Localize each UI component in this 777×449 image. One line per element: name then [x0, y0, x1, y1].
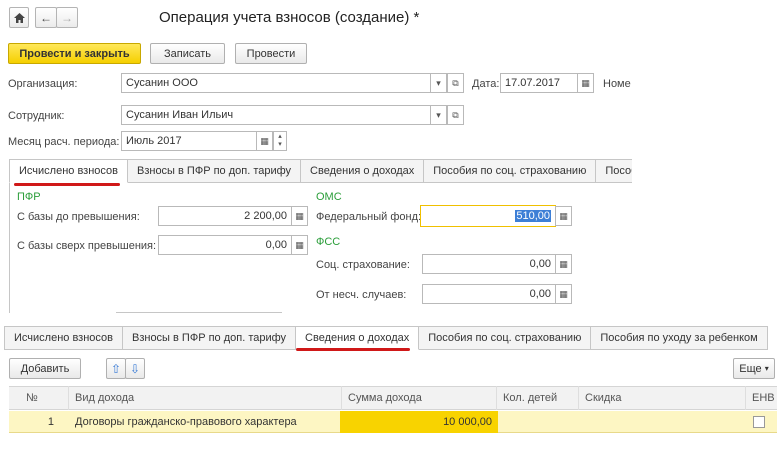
col-discount[interactable]: Скидка: [579, 386, 746, 410]
tab-benefits-truncated[interactable]: Пособ: [596, 159, 632, 183]
social-insurance-label: Соц. страхование:: [316, 259, 410, 271]
bottom-tab-bar: Исчислено взносов Взносы в ПФР по доп. т…: [4, 326, 768, 350]
add-row-button[interactable]: Добавить: [9, 358, 81, 379]
row-children-count[interactable]: [497, 411, 579, 433]
accident-label: От несч. случаев:: [316, 289, 407, 301]
top-tab-bar: Исчислено взносов Взносы в ПФР по доп. т…: [9, 159, 632, 183]
col-income-type[interactable]: Вид дохода: [69, 386, 342, 410]
date-field[interactable]: 17.07.2017: [500, 73, 578, 93]
social-insurance-field[interactable]: 0,00: [422, 254, 556, 274]
calculator-icon: ▦: [559, 288, 568, 299]
organization-field[interactable]: Сусанин ООО: [121, 73, 431, 93]
calculator-icon: ▦: [295, 239, 304, 250]
panel-divider: [116, 312, 282, 313]
col-income-amount[interactable]: Сумма дохода: [342, 386, 497, 410]
period-select-button[interactable]: ▦: [256, 131, 273, 151]
tab-pfr-extra[interactable]: Взносы в ПФР по доп. тарифу: [127, 159, 302, 183]
employee-label: Сотрудник:: [8, 110, 65, 122]
move-up-button[interactable]: ⇧: [106, 358, 126, 379]
base-under-label: С базы до превышения:: [17, 211, 140, 223]
open-link-icon: ⧉: [452, 109, 459, 120]
federal-fund-value: 510,00: [515, 210, 551, 222]
row-discount[interactable]: [579, 411, 746, 433]
arrow-down-icon: ⇩: [129, 361, 141, 376]
tab-income-bottom[interactable]: Сведения о доходах: [296, 326, 420, 350]
chevron-down-icon: ▾: [764, 364, 769, 373]
organization-label: Организация:: [8, 78, 78, 90]
chevron-up-icon: ▴: [278, 133, 282, 140]
home-icon: [13, 12, 25, 23]
home-button[interactable]: [9, 7, 29, 28]
open-link-icon: ⧉: [452, 77, 459, 88]
federal-fund-label: Федеральный фонд:: [316, 211, 422, 223]
arrow-left-icon: ←: [40, 10, 52, 25]
period-label: Месяц расч. периода:: [8, 136, 120, 148]
row-number: 1: [47, 416, 54, 428]
calendar-button[interactable]: ▦: [577, 73, 594, 93]
social-insurance-calc-button[interactable]: ▦: [555, 254, 572, 274]
organization-dropdown-button[interactable]: ▾: [430, 73, 447, 93]
base-over-label: С базы сверх превышения:: [17, 240, 157, 252]
pfr-group-title: ПФР: [17, 191, 41, 203]
organization-open-button[interactable]: ⧉: [447, 73, 464, 93]
employee-dropdown-button[interactable]: ▾: [430, 105, 447, 125]
tab-childcare-benefits-bottom[interactable]: Пособия по уходу за ребенком: [591, 326, 768, 350]
tab-contributions-bottom[interactable]: Исчислено взносов: [4, 326, 123, 350]
tab-social-benefits-bottom[interactable]: Пособия по соц. страхованию: [419, 326, 592, 350]
base-over-field[interactable]: 0,00: [158, 235, 292, 255]
active-tab-underline: [14, 183, 120, 186]
arrow-up-icon: ⇧: [110, 361, 122, 376]
row-income-amount[interactable]: 10 000,00: [340, 411, 498, 433]
col-envd[interactable]: ЕНВ: [746, 386, 777, 410]
col-children-count[interactable]: Кол. детей: [497, 386, 579, 410]
chevron-down-icon: ▾: [436, 109, 441, 120]
calendar-icon: ▦: [260, 135, 269, 146]
tab-pfr-extra-bottom[interactable]: Взносы в ПФР по доп. тарифу: [122, 326, 297, 350]
oms-group-title: ОМС: [316, 191, 342, 203]
post-and-close-button[interactable]: Провести и закрыть: [8, 43, 141, 64]
accident-field[interactable]: 0,00: [422, 284, 556, 304]
accident-calc-button[interactable]: ▦: [555, 284, 572, 304]
date-label: Дата:: [472, 78, 500, 90]
back-button[interactable]: ←: [35, 7, 57, 28]
base-under-calc-button[interactable]: ▦: [291, 206, 308, 226]
federal-fund-field[interactable]: 510,00: [420, 205, 556, 227]
number-label: Номе: [603, 78, 631, 90]
tab-contributions[interactable]: Исчислено взносов: [9, 159, 128, 183]
active-tab-underline-bottom: [296, 348, 410, 351]
chevron-down-icon: ▾: [436, 77, 441, 88]
col-number[interactable]: №: [20, 386, 69, 410]
row-income-type[interactable]: Договоры гражданско-правового характера: [69, 411, 342, 433]
calendar-icon: ▦: [581, 77, 590, 88]
employee-field[interactable]: Сусанин Иван Ильич: [121, 105, 431, 125]
page-title: Операция учета взносов (создание) *: [159, 9, 420, 26]
period-field[interactable]: Июль 2017: [121, 131, 257, 151]
more-menu-label: Еще: [739, 362, 762, 375]
employee-open-button[interactable]: ⧉: [447, 105, 464, 125]
save-button[interactable]: Записать: [150, 43, 225, 64]
more-menu-button[interactable]: Еще ▾: [733, 358, 775, 379]
federal-fund-calc-button[interactable]: ▦: [555, 206, 572, 226]
move-down-button[interactable]: ⇩: [125, 358, 145, 379]
tab-income[interactable]: Сведения о доходах: [301, 159, 425, 183]
tab-panel-border: [9, 183, 10, 313]
calculator-icon: ▦: [559, 258, 568, 269]
tab-social-benefits[interactable]: Пособия по соц. страхованию: [424, 159, 597, 183]
envd-checkbox[interactable]: [753, 416, 765, 428]
fss-group-title: ФСС: [316, 236, 341, 248]
arrow-right-icon: →: [61, 10, 73, 25]
chevron-down-icon: ▾: [278, 141, 282, 148]
post-button[interactable]: Провести: [235, 43, 307, 64]
forward-button[interactable]: →: [56, 7, 78, 28]
base-under-field[interactable]: 2 200,00: [158, 206, 292, 226]
period-stepper[interactable]: ▴ ▾: [273, 131, 287, 151]
calculator-icon: ▦: [295, 210, 304, 221]
calculator-icon: ▦: [559, 210, 568, 221]
base-over-calc-button[interactable]: ▦: [291, 235, 308, 255]
